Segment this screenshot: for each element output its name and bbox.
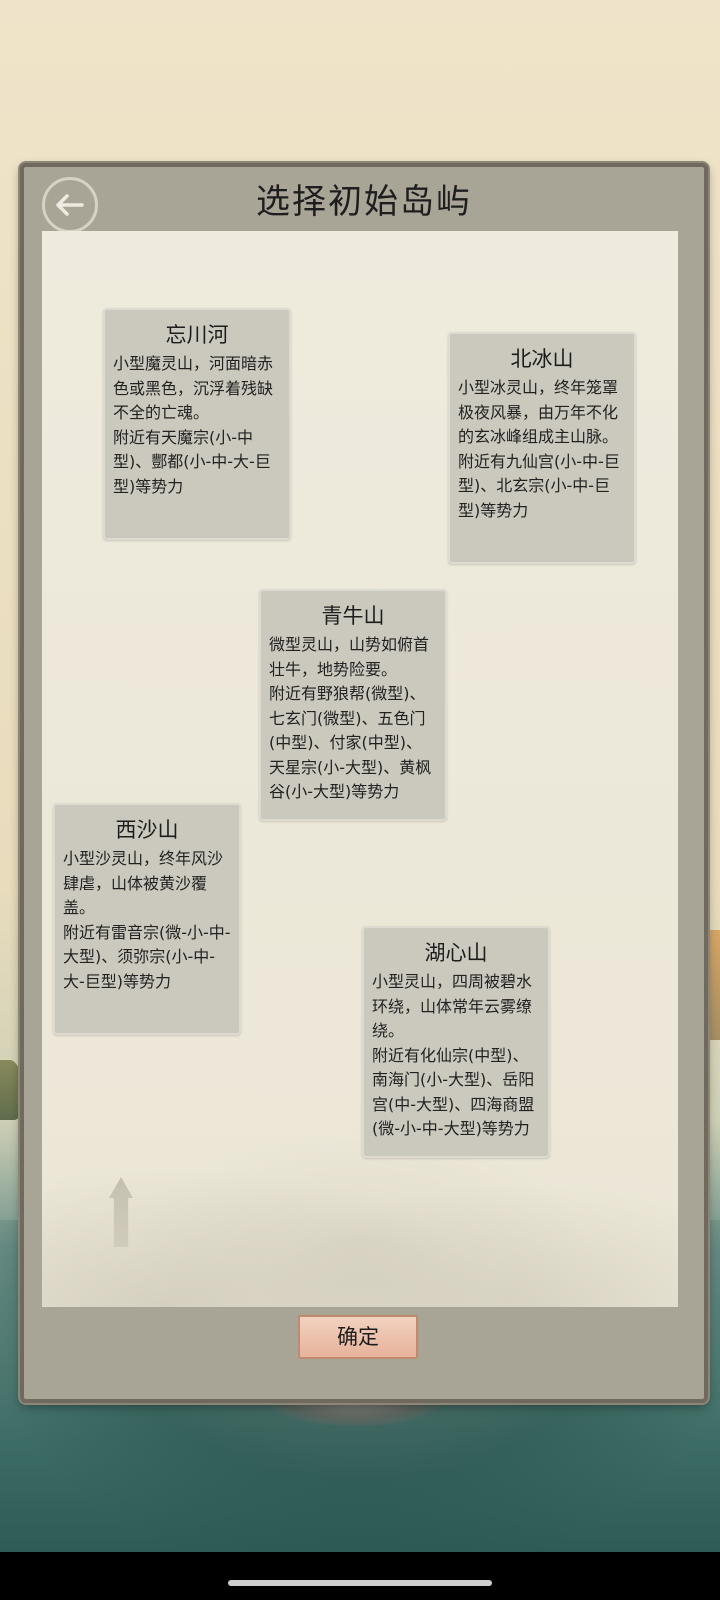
- island-description: 小型沙灵山，终年风沙肆虐，山体被黄沙覆盖。: [63, 849, 224, 917]
- island-description: 小型魔灵山，河面暗赤色或黑色，沉浮着残缺不全的亡魂。: [113, 354, 274, 422]
- island-card-beibingshan[interactable]: 北冰山 小型冰灵山，终年笼罩极夜风暴，由万年不化的玄冰峰组成主山脉。 附近有九仙…: [448, 332, 636, 564]
- island-card-qingniushan[interactable]: 青牛山 微型灵山，山势如俯首壮牛，地势险要。 附近有野狼帮(微型)、七玄门(微型…: [259, 589, 447, 821]
- island-map-area: 忘川河 小型魔灵山，河面暗赤色或黑色，沉浮着残缺不全的亡魂。 附近有天魔宗(小-…: [42, 231, 678, 1307]
- island-description: 小型冰灵山，终年笼罩极夜风暴，由万年不化的玄冰峰组成主山脉。: [458, 378, 619, 446]
- island-forces: 附近有野狼帮(微型)、七玄门(微型)、五色门(中型)、付家(中型)、天星宗(小-…: [269, 684, 432, 801]
- island-name: 北冰山: [510, 347, 574, 371]
- island-forces: 附近有天魔宗(小-中型)、酆都(小-中-大-巨型)等势力: [113, 427, 271, 496]
- island-name: 忘川河: [165, 323, 229, 347]
- island-name: 湖心山: [424, 941, 488, 965]
- home-indicator[interactable]: [228, 1580, 492, 1586]
- island-card-xishashan[interactable]: 西沙山 小型沙灵山，终年风沙肆虐，山体被黄沙覆盖。 附近有雷音宗(微-小-中-大…: [53, 803, 241, 1035]
- island-name: 青牛山: [321, 604, 385, 628]
- island-card-wangchuanhe[interactable]: 忘川河 小型魔灵山，河面暗赤色或黑色，沉浮着残缺不全的亡魂。 附近有天魔宗(小-…: [103, 308, 291, 540]
- island-description: 微型灵山，山势如俯首壮牛，地势险要。: [269, 635, 430, 679]
- ink-mountain-decoration: [42, 1087, 678, 1307]
- island-select-panel: 选择初始岛屿 忘川河 小型魔灵山，河面暗赤色或黑色，沉浮着残缺不全的亡魂。 附近…: [20, 163, 708, 1403]
- island-forces: 附近有九仙宫(小-中-巨型)、北玄宗(小-中-巨型)等势力: [458, 451, 620, 520]
- island-forces: 附近有化仙宗(中型)、南海门(小-大型)、岳阳宫(中-大型)、四海商盟(微-小-…: [372, 1045, 535, 1139]
- island-name: 西沙山: [115, 818, 179, 842]
- page-title: 选择初始岛屿: [256, 182, 472, 222]
- island-card-huxinshan[interactable]: 湖心山 小型灵山，四周被碧水环绕，山体常年云雾缭绕。 附近有化仙宗(中型)、南海…: [362, 926, 550, 1158]
- system-bottom-bar: [0, 1552, 720, 1600]
- confirm-button[interactable]: 确定: [298, 1315, 418, 1359]
- island-description: 小型灵山，四周被碧水环绕，山体常年云雾缭绕。: [372, 972, 533, 1040]
- island-forces: 附近有雷音宗(微-小-中-大型)、须弥宗(小-中-大-巨型)等势力: [63, 922, 231, 991]
